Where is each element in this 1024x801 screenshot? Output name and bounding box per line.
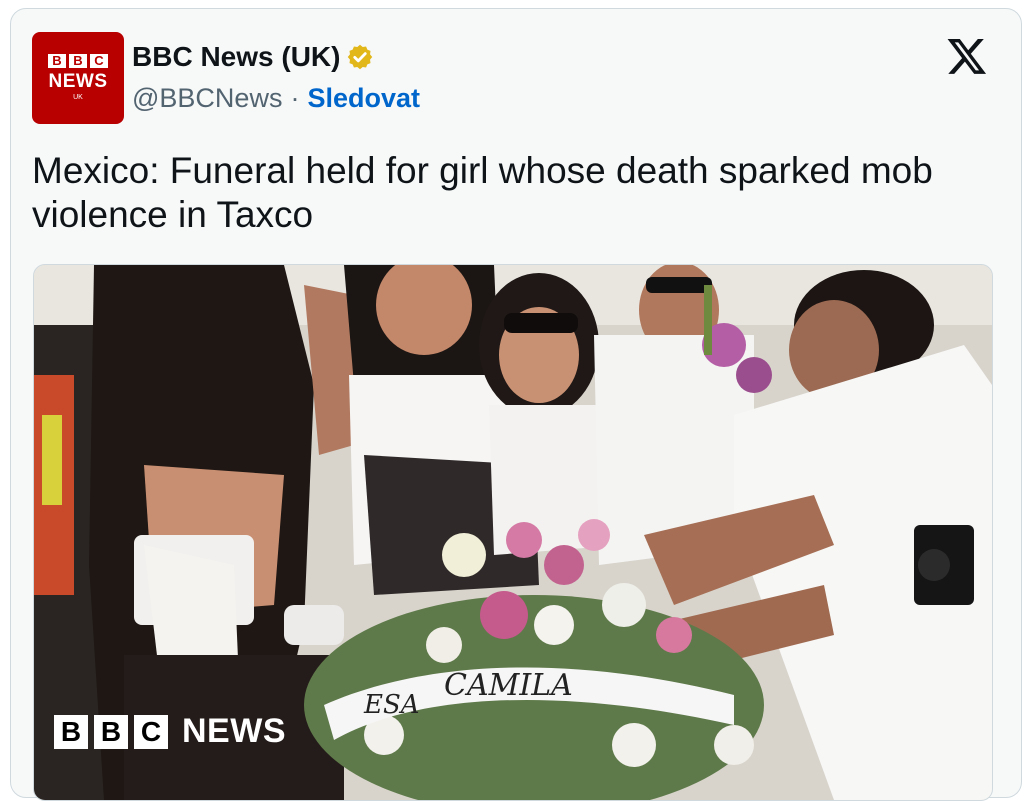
handle-row: @BBCNews · Sledovat bbox=[132, 83, 420, 114]
tweet-media[interactable]: ESA CAMILA B B C NEWS bbox=[33, 264, 993, 801]
logo-letter-c: C bbox=[90, 54, 108, 68]
watermark-letter-b2: B bbox=[94, 714, 128, 749]
watermark-letter-b1: B bbox=[54, 714, 88, 749]
account-name[interactable]: BBC News (UK) bbox=[132, 41, 340, 73]
bbc-logo-blocks: B B C bbox=[48, 54, 108, 68]
bbc-news-watermark: B B C NEWS bbox=[54, 712, 286, 751]
ribbon-partial-text: ESA bbox=[363, 690, 420, 720]
follow-button[interactable]: Sledovat bbox=[307, 83, 420, 114]
x-logo-icon[interactable] bbox=[946, 35, 988, 77]
tweet-card: B B C NEWS UK BBC News (UK) @BBCNews · S… bbox=[10, 8, 1022, 801]
tweet-text: Mexico: Funeral held for girl whose deat… bbox=[32, 150, 933, 235]
ribbon-name-text: CAMILA bbox=[444, 668, 573, 703]
account-name-row: BBC News (UK) bbox=[132, 41, 374, 73]
watermark-letter-c: C bbox=[134, 714, 168, 749]
logo-news-text: NEWS bbox=[48, 71, 108, 92]
logo-region-text: UK bbox=[73, 94, 83, 101]
verified-badge-icon bbox=[348, 44, 373, 70]
logo-letter-b1: B bbox=[48, 54, 66, 68]
watermark-news-text: NEWS bbox=[182, 712, 286, 750]
logo-letter-b2: B bbox=[69, 54, 87, 68]
separator-dot: · bbox=[290, 83, 300, 113]
avatar[interactable]: B B C NEWS UK bbox=[32, 32, 124, 124]
account-handle[interactable]: @BBCNews bbox=[132, 83, 282, 114]
